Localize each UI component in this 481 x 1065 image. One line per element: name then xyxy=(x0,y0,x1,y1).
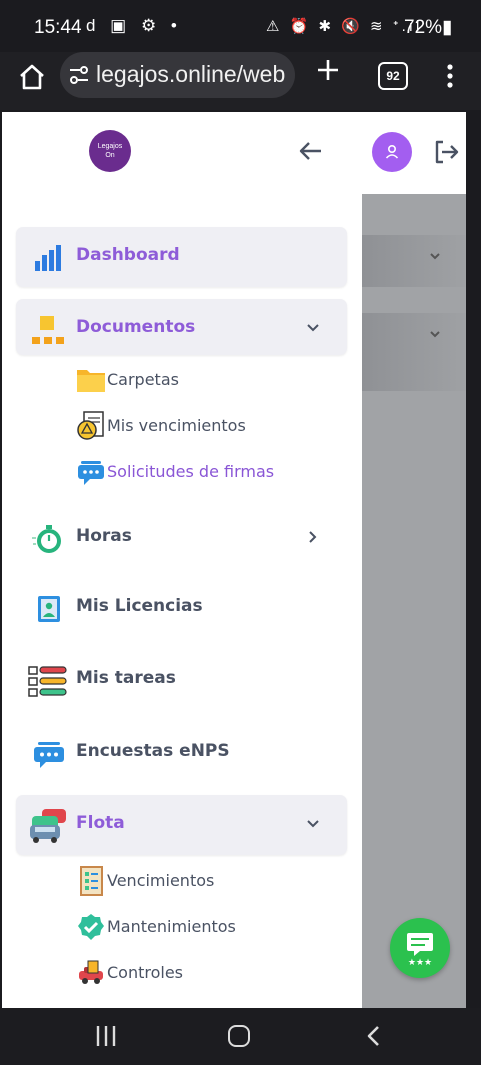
sidebar-item-label: Flota xyxy=(76,813,125,833)
background-card xyxy=(362,313,466,391)
sidebar-item-mis-tareas[interactable]: Mis tareas xyxy=(16,650,347,710)
sidebar-item-documentos[interactable]: Documentos xyxy=(16,299,347,355)
chat-bubble-icon xyxy=(78,461,104,485)
tab-switcher-button[interactable]: 92 xyxy=(378,62,408,90)
feedback-rating-icon: ★★★ xyxy=(407,933,433,968)
task-list-icon xyxy=(28,666,67,697)
sidebar-item-flota[interactable]: Flota xyxy=(16,795,347,855)
app-logo[interactable]: Legajos On xyxy=(89,130,131,172)
sidebar-item-mis-licencias[interactable]: Mis Licencias xyxy=(16,578,347,638)
car-control-icon xyxy=(79,960,103,984)
sidebar-menu: Legajos On Dashboard Documentos Carpetas… xyxy=(2,112,362,1008)
submenu-item-label: Vencimientos xyxy=(107,871,215,890)
sidebar-item-label: Encuestas eNPS xyxy=(76,741,230,761)
sidebar-item-label: Mis tareas xyxy=(76,668,176,688)
chevron-down-icon xyxy=(430,331,440,338)
background-card xyxy=(362,235,466,287)
browser-home-icon[interactable] xyxy=(17,62,47,92)
recent-apps-icon[interactable] xyxy=(94,1024,118,1048)
status-time: 15:44 xyxy=(34,17,82,38)
sidebar-item-encuestas-enps[interactable]: Encuestas eNPS xyxy=(16,723,347,783)
logo-text: Legajos xyxy=(97,143,123,150)
status-bar: 15:44 d ▣ ⚙ • ⚠ ⏰ ✱ 🔇 ≋ ᐩ.ıl 72%▮ xyxy=(0,0,481,52)
address-bar[interactable]: legajos.online/web xyxy=(60,52,295,98)
app-header-right xyxy=(362,112,466,194)
chevron-down-icon xyxy=(307,820,319,828)
url-text[interactable]: legajos.online/web xyxy=(96,61,290,88)
new-tab-plus-icon[interactable] xyxy=(316,58,340,82)
user-avatar[interactable] xyxy=(372,132,412,172)
more-options-icon[interactable] xyxy=(446,64,454,88)
sidebar-item-dashboard[interactable]: Dashboard xyxy=(16,227,347,287)
submenu-item-label: Controles xyxy=(107,963,184,982)
site-settings-icon[interactable] xyxy=(68,65,90,85)
checklist-document-icon xyxy=(80,866,103,896)
submenu-item-label: Mis vencimientos xyxy=(107,416,246,435)
notification-icons: d ▣ ⚙ • xyxy=(86,16,182,35)
id-badge-icon xyxy=(38,596,60,622)
document-warning-icon xyxy=(77,411,104,440)
logout-icon[interactable] xyxy=(432,138,460,166)
svg-text:★★★: ★★★ xyxy=(408,958,432,968)
folder-icon xyxy=(77,370,105,392)
feedback-button[interactable]: ★★★ xyxy=(390,918,450,978)
sidebar-item-horas[interactable]: Horas xyxy=(16,508,347,568)
system-navigation-bar xyxy=(0,1008,481,1065)
fleet-cars-icon xyxy=(30,809,66,843)
sidebar-item-label: Horas xyxy=(76,526,132,546)
survey-chat-icon xyxy=(34,742,64,768)
chevron-right-icon xyxy=(309,531,317,543)
browser-toolbar: legajos.online/web 92 xyxy=(0,52,481,110)
user-icon xyxy=(385,145,399,159)
collapse-sidebar-arrow-icon[interactable] xyxy=(298,138,324,164)
verified-check-icon xyxy=(78,914,104,940)
phone-frame: 15:44 d ▣ ⚙ • ⚠ ⏰ ✱ 🔇 ≋ ᐩ.ıl 72%▮ legajo… xyxy=(0,0,481,1065)
submenu-item-label: Carpetas xyxy=(107,370,179,389)
sidebar-item-label: Documentos xyxy=(76,317,196,337)
submenu-item-label: Mantenimientos xyxy=(107,917,236,936)
chevron-down-icon xyxy=(430,253,440,260)
submenu-item-label: Solicitudes de firmas xyxy=(107,462,275,481)
battery-level: 72%▮ xyxy=(404,17,453,38)
bar-chart-icon xyxy=(35,245,61,271)
system-status-icons: ⚠ ⏰ ✱ 🔇 ≋ ᐩ.ıl xyxy=(266,18,423,35)
sidebar-item-label: Mis Licencias xyxy=(76,596,203,616)
home-icon[interactable] xyxy=(228,1025,250,1047)
logo-text: On xyxy=(105,152,115,159)
sidebar-item-label: Dashboard xyxy=(76,245,180,265)
stopwatch-icon xyxy=(32,525,61,553)
web-page: Legajos On Dashboard Documentos Carpetas… xyxy=(2,112,466,1008)
back-icon[interactable] xyxy=(364,1025,384,1047)
chevron-down-icon xyxy=(307,324,319,332)
documents-icon xyxy=(32,316,64,344)
